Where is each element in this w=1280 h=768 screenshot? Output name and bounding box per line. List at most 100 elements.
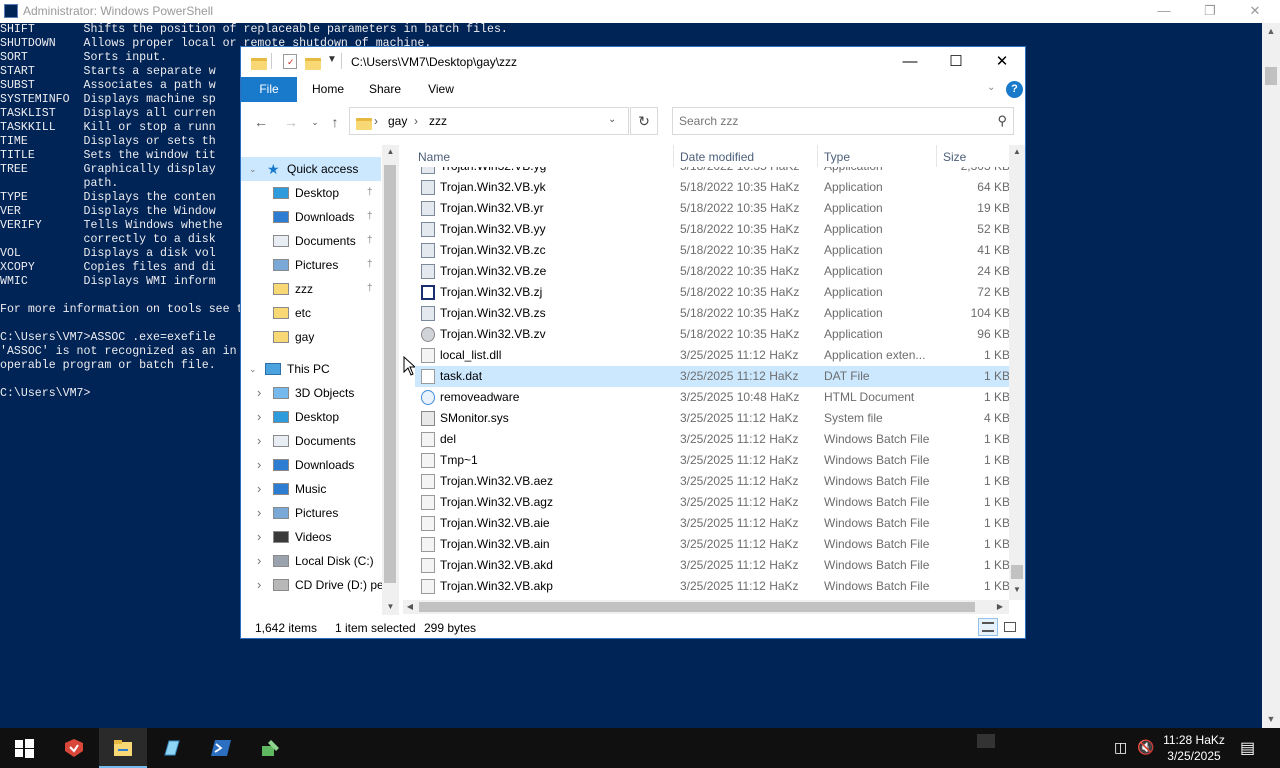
close-button[interactable]: ✕ [1232,0,1278,23]
back-button[interactable]: ← [251,113,271,131]
taskbar-powershell[interactable] [197,728,245,768]
nav-item-pictures[interactable]: › Pictures [241,501,381,525]
nav-item-music[interactable]: › Music [241,477,381,501]
breadcrumb-gay[interactable]: gay [388,114,407,128]
column-type[interactable]: Type [824,145,850,169]
taskbar-file-explorer[interactable] [99,728,147,768]
file-row[interactable]: Trojan.Win32.VB.agz 3/25/2025 11:12 HaKz W… [415,492,1011,513]
chevron-right-icon[interactable]: › [257,549,261,573]
file-row[interactable]: Trojan.Win32.VB.ain 3/25/2025 11:12 HaKz W… [415,534,1011,555]
maximize-button[interactable]: ☐ [933,47,979,77]
chevron-right-icon[interactable]: › [257,429,261,453]
recent-locations-button[interactable]: ⌄ [305,113,325,131]
tab-view[interactable]: View [417,77,465,102]
file-row[interactable]: Tmp~1 3/25/2025 11:12 HaKz Windows Batch F… [415,450,1011,471]
address-box[interactable]: › gay › zzz ⌄ [349,107,629,135]
file-row[interactable]: Trojan.Win32.VB.yg 5/18/2022 10:35 HaKz Ap… [415,167,1011,177]
scroll-up-arrow[interactable]: ▲ [1262,23,1280,40]
file-row[interactable]: SMonitor.sys 3/25/2025 11:12 HaKz System f… [415,408,1011,429]
console-scrollbar[interactable]: ▲ ▼ [1262,23,1280,728]
nav-item-desktop[interactable]: Desktop † [241,181,381,205]
chevron-right-icon[interactable]: › [257,381,261,405]
file-row[interactable]: Trojan.Win32.VB.akd 3/25/2025 11:12 HaKz W… [415,555,1011,576]
file-row[interactable]: Trojan.Win32.VB.zv 5/18/2022 10:35 HaKz Ap… [415,324,1011,345]
address-dropdown-icon[interactable]: ⌄ [608,114,616,125]
file-row[interactable]: del 3/25/2025 11:12 HaKz Windows Batch Fil… [415,429,1011,450]
file-row[interactable]: Trojan.Win32.VB.yk 5/18/2022 10:35 HaKz Ap… [415,177,1011,198]
tab-share[interactable]: Share [361,77,409,102]
nav-item-cd-drive-d-per[interactable]: › CD Drive (D:) per [241,573,388,597]
chevron-right-icon[interactable]: › [257,501,261,525]
chevron-down-icon[interactable]: ⌄ [249,357,257,381]
scroll-thumb[interactable] [419,602,975,612]
file-row[interactable]: task.dat 3/25/2025 11:12 HaKz DAT File 1 KB [415,366,1011,387]
nav-item-pictures[interactable]: Pictures † [241,253,381,277]
scroll-down-arrow[interactable]: ▼ [1262,711,1280,728]
nav-item-documents[interactable]: › Documents [241,429,381,453]
up-button[interactable]: ↑ [325,113,345,131]
tab-home[interactable]: Home [303,77,353,102]
file-row[interactable]: Trojan.Win32.VB.aie 3/25/2025 11:12 HaKz W… [415,513,1011,534]
breadcrumb-separator[interactable]: › [414,114,418,128]
scroll-left-arrow[interactable]: ◀ [403,600,417,614]
scroll-thumb[interactable] [1265,67,1277,85]
taskbar-tool-app[interactable] [246,728,294,768]
properties-icon[interactable]: ✓ [283,54,297,69]
scroll-up-arrow[interactable]: ▲ [1009,145,1025,159]
clock[interactable]: 11:28 HaKz 3/25/2025 [1158,732,1230,764]
taskbar-notepad[interactable] [148,728,196,768]
chevron-right-icon[interactable]: › [257,573,261,597]
tab-file[interactable]: File [241,77,297,102]
nav-item-videos[interactable]: › Videos [241,525,381,549]
search-box[interactable]: ⚲ [672,107,1014,135]
network-icon[interactable]: ◫ [1114,739,1127,768]
file-row[interactable]: Trojan.Win32.VB.yy 5/18/2022 10:35 HaKz Ap… [415,219,1011,240]
customize-toolbar-icon[interactable]: ▼ [327,54,337,65]
file-row[interactable]: Trojan.Win32.VB.yr 5/18/2022 10:35 HaKz Ap… [415,198,1011,219]
refresh-button[interactable]: ↻ [630,107,658,135]
minimize-button[interactable]: — [1141,0,1187,23]
minimize-button[interactable]: — [887,47,933,77]
forward-button[interactable]: → [281,113,301,131]
new-folder-icon[interactable] [305,55,321,70]
nav-item-documents[interactable]: Documents † [241,229,381,253]
search-input[interactable] [679,112,979,130]
nav-item-3d-objects[interactable]: › 3D Objects [241,381,381,405]
nav-item-zzz[interactable]: zzz † [241,277,381,301]
file-row[interactable]: local_list.dll 3/25/2025 11:12 HaKz Applic… [415,345,1011,366]
nav-item-local-disk-c[interactable]: › Local Disk (C:) [241,549,381,573]
file-row[interactable]: removeadware 3/25/2025 10:48 HaKz HTML Doc… [415,387,1011,408]
scroll-up-arrow[interactable]: ▲ [382,145,399,159]
file-list-hscrollbar[interactable]: ◀ ▶ [403,600,1009,614]
close-button[interactable]: ✕ [979,47,1025,77]
nav-quick-access[interactable]: ⌄ ★ Quick access [241,157,381,181]
scroll-thumb[interactable] [384,165,396,583]
scroll-right-arrow[interactable]: ▶ [993,600,1007,614]
restore-button[interactable]: ❐ [1187,0,1233,23]
nav-scrollbar[interactable]: ▲ ▼ [382,145,399,615]
nav-item-gay[interactable]: gay [241,325,381,349]
expand-ribbon-icon[interactable]: ⌄ [987,82,995,93]
file-row[interactable]: Trojan.Win32.VB.zj 5/18/2022 10:35 HaKz Ap… [415,282,1011,303]
file-row[interactable]: Trojan.Win32.VB.zs 5/18/2022 10:35 HaKz Ap… [415,303,1011,324]
column-date-modified[interactable]: Date modified [680,145,754,169]
nav-item-desktop[interactable]: › Desktop [241,405,381,429]
taskbar-security-app[interactable] [50,728,98,768]
start-button[interactable] [0,728,48,768]
breadcrumb-zzz[interactable]: zzz [429,114,447,128]
file-row[interactable]: Trojan.Win32.VB.akp 3/25/2025 11:12 HaKz W… [415,576,1011,597]
breadcrumb-separator[interactable]: › [374,114,378,128]
file-row[interactable]: Trojan.Win32.VB.ze 5/18/2022 10:35 HaKz Ap… [415,261,1011,282]
column-size[interactable]: Size [943,145,966,169]
volume-muted-icon[interactable]: 🔇 [1137,739,1154,768]
scroll-thumb[interactable] [1011,565,1023,579]
nav-item-downloads[interactable]: Downloads † [241,205,381,229]
column-name[interactable]: Name [418,145,450,169]
nav-item-downloads[interactable]: › Downloads [241,453,381,477]
details-view-button[interactable] [978,618,998,636]
nav-this-pc[interactable]: ⌄ This PC [241,357,381,381]
scroll-down-arrow[interactable]: ▼ [1009,583,1025,597]
chevron-down-icon[interactable]: ⌄ [249,157,257,181]
chevron-right-icon[interactable]: › [257,477,261,501]
chevron-right-icon[interactable]: › [257,453,261,477]
